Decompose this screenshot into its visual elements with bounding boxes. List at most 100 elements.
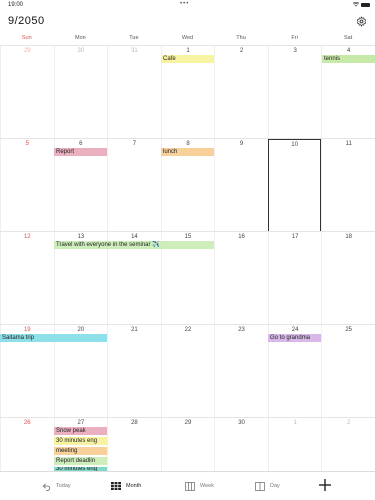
event-report[interactable]: Report xyxy=(54,148,107,156)
wifi-icon xyxy=(353,2,359,7)
week-row: 26 27 28 29 30 1 2 Snow peak 30 minutes … xyxy=(0,417,375,472)
month-grid-icon xyxy=(111,482,121,490)
event-go-to-grandma[interactable]: Go to grandma xyxy=(268,334,321,342)
day-cell[interactable]: 25 xyxy=(321,325,375,418)
day-cell[interactable]: 2 xyxy=(214,46,268,139)
back-arrow-icon xyxy=(42,482,51,491)
day-number: 25 xyxy=(345,327,353,333)
event-tennis[interactable]: tennis xyxy=(322,55,375,63)
day-number: 21 xyxy=(131,327,138,333)
day-number: 19 xyxy=(23,327,31,333)
day-number: 11 xyxy=(345,141,352,147)
day-cell[interactable]: 12 xyxy=(0,232,54,325)
day-cell[interactable]: 3 xyxy=(267,46,322,139)
weekday-sun: Sun xyxy=(21,35,32,41)
event-travel[interactable]: Travel with everyone in the seminar ✈️ xyxy=(54,241,214,249)
day-cell[interactable]: 9 xyxy=(214,139,268,232)
day-cell[interactable]: 18 xyxy=(321,232,375,325)
day-cell-selected[interactable]: 10 xyxy=(267,139,322,232)
day-cell[interactable]: 5 xyxy=(0,139,54,232)
event-snow-peak[interactable]: Snow peak xyxy=(54,427,107,435)
day-number: 13 xyxy=(77,234,85,240)
day-number: 8 xyxy=(186,141,190,147)
day-column-icon xyxy=(255,481,265,491)
weekday-header: Sun Mon Tue Wed Thu Fri Sat xyxy=(0,35,375,45)
event-meeting[interactable]: meeting xyxy=(54,447,107,455)
day-cell[interactable]: 22 xyxy=(160,325,215,418)
event-30-minutes-eng[interactable]: 30 minutes eng xyxy=(54,437,107,445)
month-title[interactable]: 9/2050 xyxy=(8,15,45,27)
day-number: 1 xyxy=(186,48,190,54)
month-grid: 29 30 31 1 2 3 4 Cafe tennis 5 6 7 8 9 1… xyxy=(0,45,375,472)
weekday-wed: Wed xyxy=(181,35,194,41)
event-lunch[interactable]: lunch xyxy=(161,148,214,156)
day-number: 2 xyxy=(239,48,244,54)
day-number: 26 xyxy=(23,420,31,426)
day-number: 28 xyxy=(131,420,138,426)
day-number: 30 xyxy=(77,48,85,54)
day-number: 20 xyxy=(77,327,85,333)
tab-month[interactable]: Month xyxy=(111,479,141,493)
day-cell[interactable]: 23 xyxy=(214,325,268,418)
day-number: 16 xyxy=(238,234,245,240)
day-number: 18 xyxy=(345,234,353,240)
day-cell[interactable]: 16 xyxy=(214,232,268,325)
day-number: 2 xyxy=(347,420,351,426)
day-number: 30 xyxy=(238,420,245,426)
day-cell[interactable]: 31 xyxy=(107,46,161,139)
day-number: 17 xyxy=(291,234,299,240)
day-cell[interactable]: 30 xyxy=(53,46,108,139)
day-number: 1 xyxy=(293,420,297,426)
tab-week-label: Week xyxy=(200,483,214,489)
tab-today[interactable]: Today xyxy=(42,479,71,493)
week-row: 5 6 7 8 9 10 11 Report lunch xyxy=(0,138,375,232)
gear-icon[interactable] xyxy=(356,16,367,27)
day-cell[interactable]: 7 xyxy=(107,139,161,232)
day-cell[interactable]: 1 xyxy=(267,418,322,472)
event-report-deadline[interactable]: Report deadlin xyxy=(54,457,107,465)
tab-day[interactable]: Day xyxy=(255,479,280,493)
week-row: 19 20 21 22 23 24 25 Saitama trip Go to … xyxy=(0,324,375,418)
week-row: 29 30 31 1 2 3 4 Cafe tennis xyxy=(0,45,375,139)
day-cell[interactable]: 21 xyxy=(107,325,161,418)
weekday-sat: Sat xyxy=(344,35,353,41)
day-cell[interactable]: 28 xyxy=(107,418,161,472)
event-cafe[interactable]: Cafe xyxy=(161,55,214,63)
day-number: 15 xyxy=(184,234,192,240)
day-cell[interactable]: 17 xyxy=(267,232,322,325)
day-number: 29 xyxy=(184,420,192,426)
status-bar: 19:00 ••• xyxy=(0,0,375,12)
day-cell[interactable]: 29 xyxy=(160,418,215,472)
day-number: 9 xyxy=(239,141,244,147)
bottom-tab-bar: Today Month Week Day xyxy=(0,471,375,500)
day-number: 3 xyxy=(293,48,297,54)
day-cell[interactable]: 2 xyxy=(321,418,375,472)
status-time: 19:00 xyxy=(8,2,24,8)
day-number: 7 xyxy=(132,141,137,147)
day-number: 12 xyxy=(23,234,31,240)
weekday-thu: Thu xyxy=(236,35,246,41)
tab-week[interactable]: Week xyxy=(185,479,214,493)
day-number: 29 xyxy=(23,48,31,54)
day-number: 23 xyxy=(238,327,245,333)
tab-day-label: Day xyxy=(270,483,280,489)
week-columns-icon xyxy=(185,481,195,491)
weekday-mon: Mon xyxy=(74,35,86,41)
tab-month-label: Month xyxy=(126,483,142,489)
day-cell[interactable]: 30 xyxy=(214,418,268,472)
event-saitama-trip[interactable]: Saitama trip xyxy=(0,334,107,342)
add-event-icon[interactable] xyxy=(317,477,333,493)
day-number: 27 xyxy=(77,420,85,426)
day-cell[interactable]: 26 xyxy=(0,418,54,472)
day-cell[interactable]: 29 xyxy=(0,46,54,139)
day-cell[interactable]: 11 xyxy=(321,139,375,232)
day-number: 22 xyxy=(184,327,192,333)
day-number: 24 xyxy=(291,327,299,333)
multitask-dots: ••• xyxy=(180,1,190,7)
battery-icon xyxy=(361,3,370,7)
day-number: 10 xyxy=(291,142,298,148)
day-number: 6 xyxy=(79,141,83,147)
day-number: 14 xyxy=(131,234,138,240)
day-number: 5 xyxy=(25,141,29,147)
weekday-tue: Tue xyxy=(129,35,139,41)
